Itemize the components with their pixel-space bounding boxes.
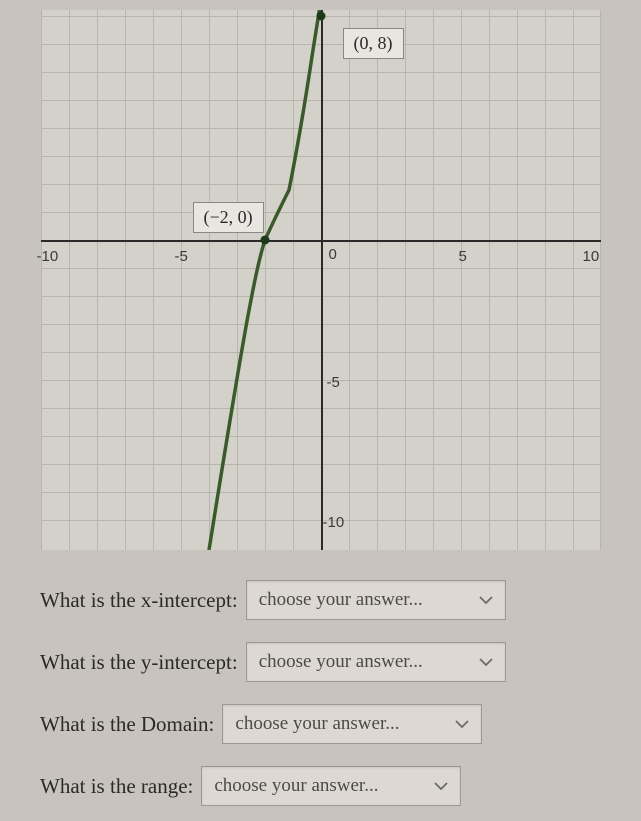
question-y-intercept: What is the y-intercept: choose your ans… — [40, 642, 601, 682]
tick-x0: 0 — [329, 246, 337, 263]
point-x-intercept — [260, 236, 269, 245]
chevron-down-icon — [479, 589, 493, 611]
point-y-intercept — [316, 12, 325, 21]
question-label: What is the y-intercept: — [40, 650, 238, 675]
chevron-down-icon — [434, 775, 448, 797]
tick-xm10: -10 — [37, 248, 59, 265]
question-list: What is the x-intercept: choose your ans… — [0, 550, 641, 806]
dropdown-placeholder: choose your answer... — [214, 775, 378, 797]
tick-ym10: -10 — [323, 514, 345, 531]
question-domain: What is the Domain: choose your answer..… — [40, 704, 601, 744]
dropdown-y-intercept[interactable]: choose your answer... — [246, 642, 506, 682]
dropdown-placeholder: choose your answer... — [235, 713, 399, 735]
question-label: What is the x-intercept: — [40, 588, 238, 613]
label-x-intercept: (−2, 0) — [193, 202, 264, 233]
question-label: What is the Domain: — [40, 712, 214, 737]
tick-x5: 5 — [459, 248, 467, 265]
label-y-intercept: (0, 8) — [343, 28, 404, 59]
dropdown-range[interactable]: choose your answer... — [201, 766, 461, 806]
dropdown-placeholder: choose your answer... — [259, 651, 423, 673]
tick-ym5: -5 — [327, 374, 340, 391]
chevron-down-icon — [455, 713, 469, 735]
tick-x10: 10 — [583, 248, 600, 265]
dropdown-domain[interactable]: choose your answer... — [222, 704, 482, 744]
dropdown-x-intercept[interactable]: choose your answer... — [246, 580, 506, 620]
question-range: What is the range: choose your answer... — [40, 766, 601, 806]
y-axis — [321, 10, 323, 550]
tick-xm5: -5 — [175, 248, 188, 265]
coordinate-graph: -10 -5 0 5 10 -5 -10 (−2, 0) (0, 8) — [41, 10, 601, 550]
question-x-intercept: What is the x-intercept: choose your ans… — [40, 580, 601, 620]
chevron-down-icon — [479, 651, 493, 673]
dropdown-placeholder: choose your answer... — [259, 589, 423, 611]
question-label: What is the range: — [40, 774, 193, 799]
